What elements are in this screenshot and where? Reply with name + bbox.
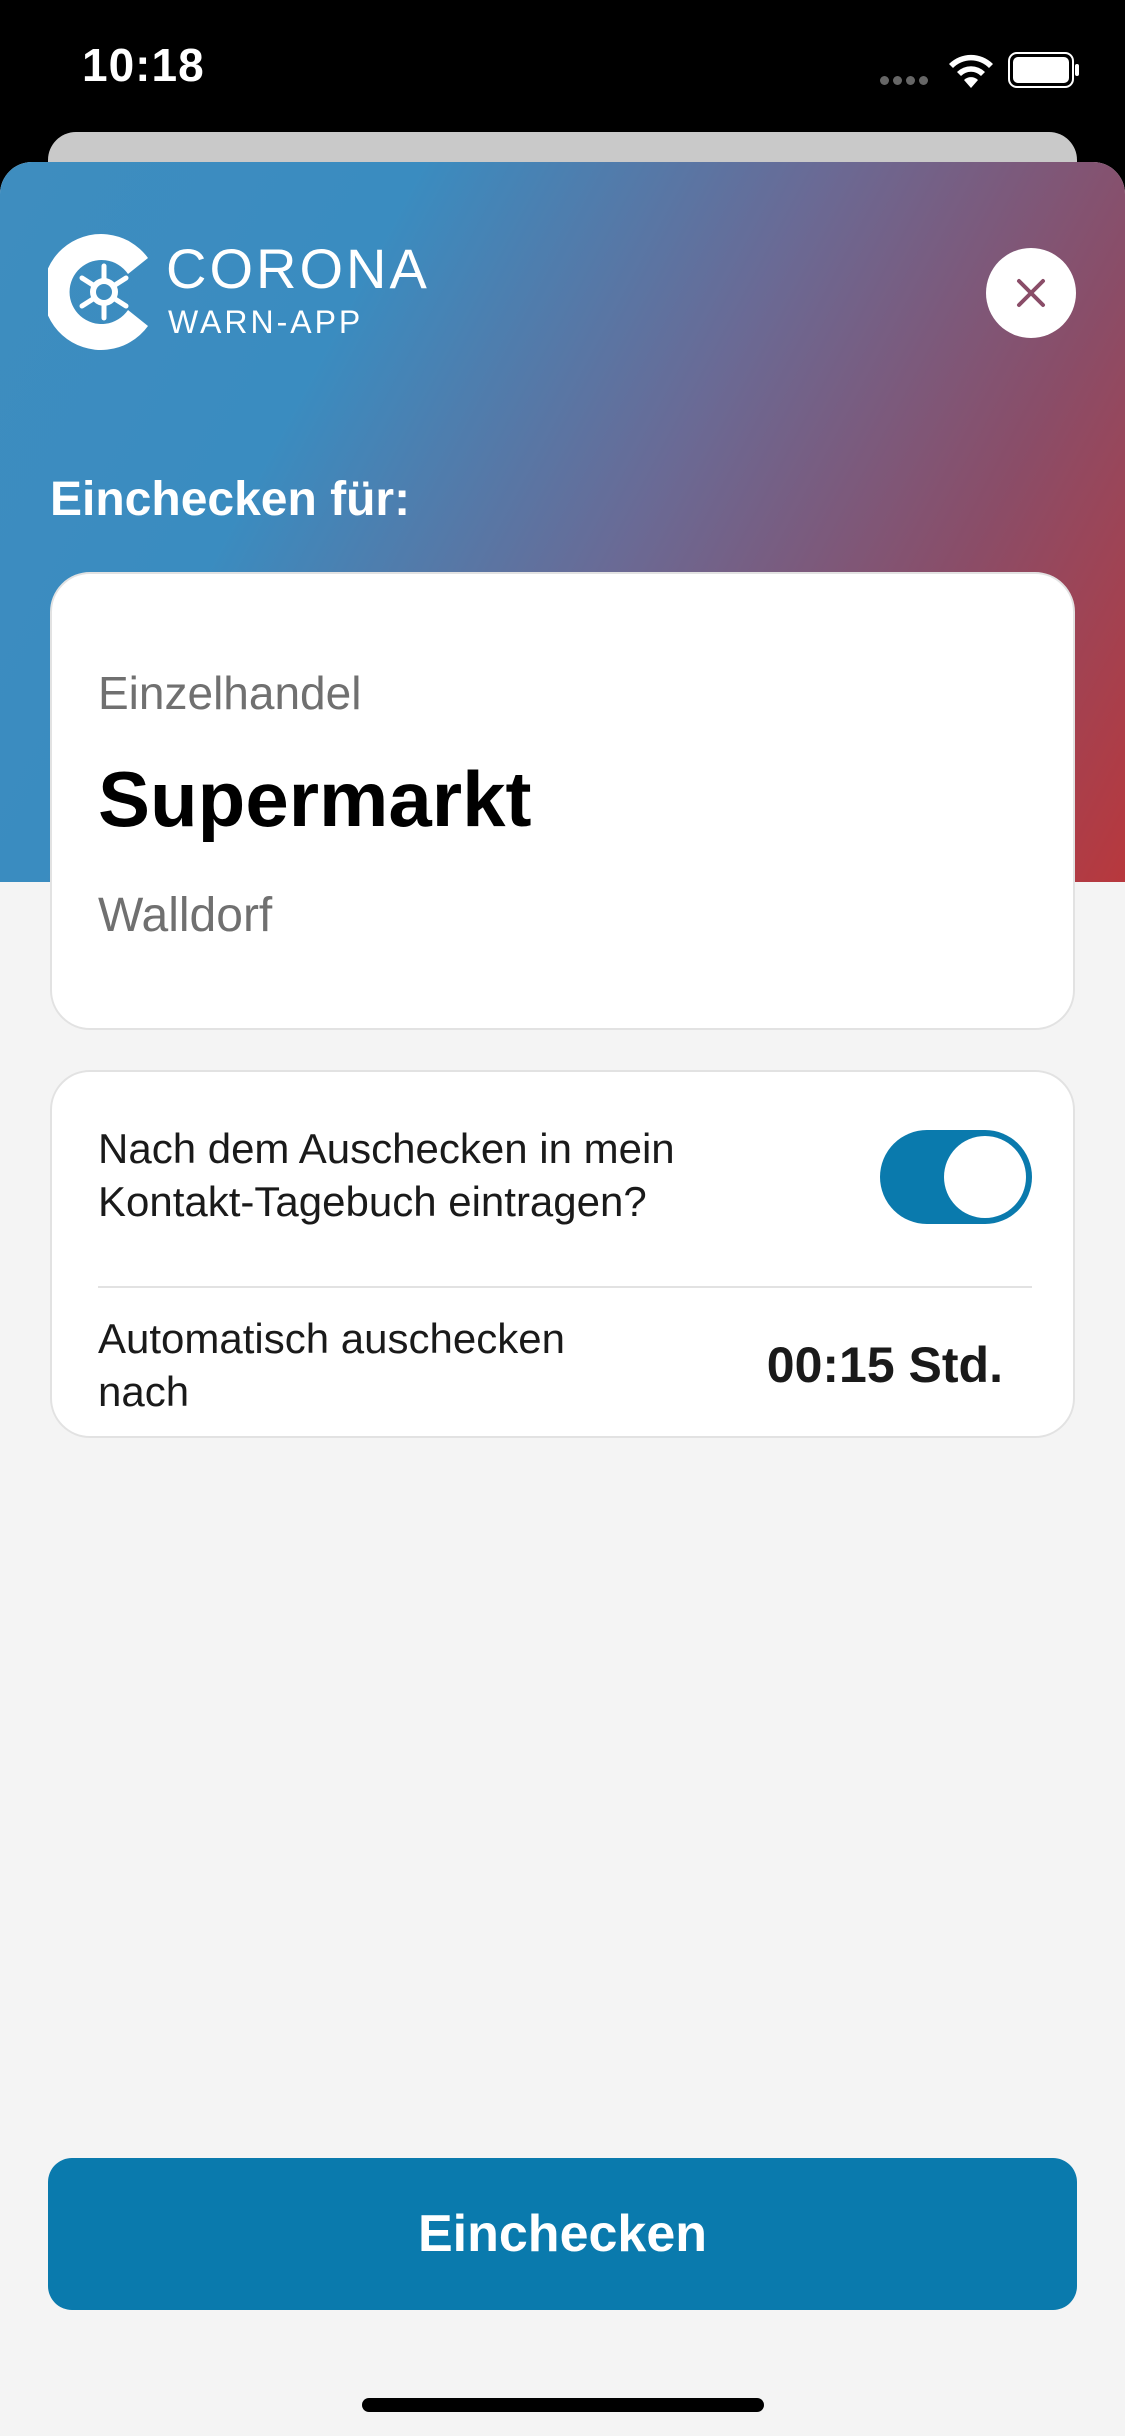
wifi-icon <box>949 54 993 88</box>
location-place: Walldorf <box>98 889 273 942</box>
location-card: Einzelhandel Supermarkt Walldorf <box>50 572 1075 1030</box>
corona-warn-app-logo-icon <box>48 234 148 350</box>
status-time: 10:18 <box>82 39 205 91</box>
location-type: Einzelhandel <box>98 667 362 719</box>
checkin-sheet: CORONA WARN-APP Einchecken für: Einzelha… <box>0 162 1125 2436</box>
auto-checkout-value[interactable]: 00:15 Std. <box>767 1336 1003 1394</box>
close-icon <box>1017 279 1045 307</box>
checkin-heading: Einchecken für: <box>50 473 411 526</box>
diary-toggle[interactable] <box>880 1130 1032 1224</box>
auto-checkout-label: Automatisch auschecken nach <box>98 1315 565 1415</box>
options-card: Nach dem Auschecken in mein Kontakt-Tage… <box>50 1070 1075 1438</box>
cellular-signal-icon <box>880 72 936 86</box>
battery-icon <box>1008 52 1079 88</box>
logo-subtitle: WARN-APP <box>168 304 364 340</box>
location-name: Supermarkt <box>98 755 532 843</box>
checkin-button[interactable]: Einchecken <box>48 2158 1077 2310</box>
home-indicator <box>362 2398 764 2412</box>
diary-question: Nach dem Auschecken in mein Kontakt-Tage… <box>98 1125 675 1225</box>
divider <box>98 1286 1032 1288</box>
app-logo: CORONA WARN-APP <box>48 230 428 360</box>
close-button[interactable] <box>986 248 1076 338</box>
toggle-knob <box>944 1136 1026 1218</box>
status-bar: 10:18 <box>0 0 1125 140</box>
logo-wordmark: CORONA <box>166 237 430 300</box>
